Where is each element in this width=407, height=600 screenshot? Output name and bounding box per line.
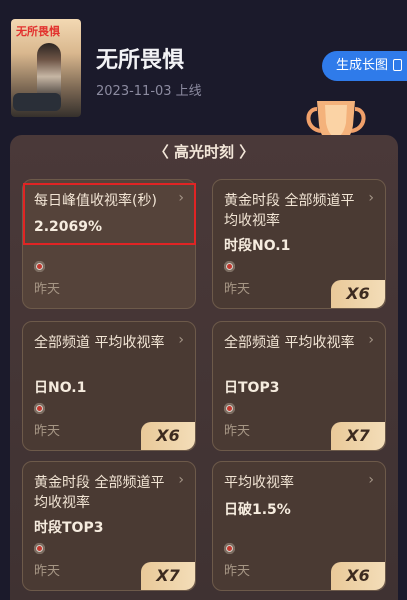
chevron-right-icon: ›	[368, 332, 374, 348]
highlights-title: 〈 高光时刻 〉	[153, 143, 255, 161]
multiplier-badge: X7	[141, 562, 195, 590]
card-value: 时段NO.1	[224, 238, 291, 254]
highlight-card[interactable]: 黄金时段 全部频道平均收视率 › 时段TOP3 昨天 X7	[22, 461, 196, 591]
source-logo-icon	[34, 261, 45, 272]
multiplier-badge: X7	[331, 422, 385, 450]
multiplier-badge: X6	[141, 422, 195, 450]
generate-button-label: 生成长图	[336, 58, 389, 73]
source-logo-icon	[224, 543, 235, 554]
card-title: 黄金时段 全部频道平均收视率	[224, 193, 355, 229]
poster-figure	[37, 43, 61, 99]
card-title: 平均收视率	[224, 475, 294, 491]
poster-title: 无所畏惧	[16, 25, 60, 38]
card-date: 昨天	[224, 282, 251, 297]
card-value: 日NO.1	[34, 380, 87, 396]
source-logo-icon	[224, 403, 235, 414]
card-value: 日破1.5%	[224, 502, 291, 518]
show-title: 无所畏惧	[96, 48, 185, 73]
card-date: 昨天	[224, 424, 251, 439]
source-logo-icon	[224, 261, 235, 272]
show-poster[interactable]: 无所畏惧	[11, 19, 81, 117]
chevron-right-icon: ›	[178, 332, 184, 348]
show-date: 2023-11-03 上线	[96, 84, 202, 99]
card-value: 时段TOP3	[34, 520, 104, 536]
card-date: 昨天	[224, 564, 251, 579]
card-title: 黄金时段 全部频道平均收视率	[34, 475, 165, 511]
poster-car	[13, 93, 61, 111]
chevron-right-icon: ›	[368, 472, 374, 488]
card-title: 全部频道 平均收视率	[34, 335, 165, 351]
highlight-card[interactable]: 全部频道 平均收视率 › 日TOP3 昨天 X7	[212, 321, 386, 451]
card-title: 全部频道 平均收视率	[224, 335, 355, 351]
card-value: 日TOP3	[224, 380, 280, 396]
chevron-right-icon: ›	[368, 190, 374, 206]
multiplier-badge: X6	[331, 280, 385, 308]
multiplier-badge: X6	[331, 562, 385, 590]
card-date: 昨天	[34, 564, 61, 579]
image-icon	[393, 59, 403, 71]
highlight-selection-box	[23, 183, 196, 245]
highlight-card[interactable]: 黄金时段 全部频道平均收视率 › 时段NO.1 昨天 X6	[212, 179, 386, 309]
generate-long-image-button[interactable]: 生成长图	[322, 51, 407, 81]
source-logo-icon	[34, 403, 45, 414]
highlight-card[interactable]: 平均收视率 › 日破1.5% 昨天 X6	[212, 461, 386, 591]
card-date: 昨天	[34, 282, 61, 297]
card-date: 昨天	[34, 424, 61, 439]
chevron-right-icon: ›	[178, 472, 184, 488]
source-logo-icon	[34, 543, 45, 554]
highlight-card[interactable]: 全部频道 平均收视率 › 日NO.1 昨天 X6	[22, 321, 196, 451]
